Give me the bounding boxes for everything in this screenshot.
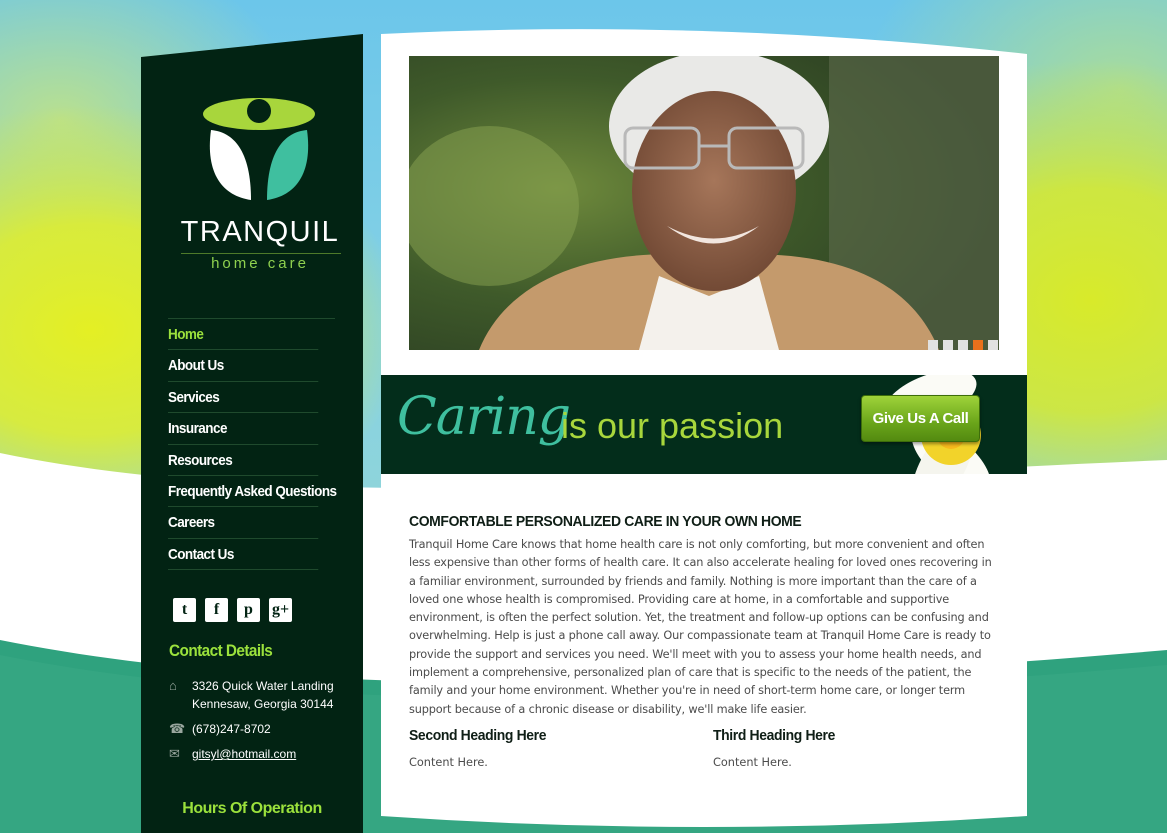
column-second: Second Heading Here Content Here. [409, 727, 689, 769]
mail-icon: ✉ [169, 746, 180, 761]
third-content: Content Here. [713, 756, 792, 769]
main-content: COMFORTABLE PERSONALIZED CARE IN YOUR OW… [409, 513, 999, 719]
slider-dot[interactable] [928, 340, 938, 350]
address-line-1: 3326 Quick Water Landing [192, 679, 334, 693]
contact-heading: Contact Details [169, 641, 273, 660]
contact-address: ⌂ 3326 Quick Water Landing Kennesaw, Geo… [169, 677, 334, 713]
slider-dot[interactable] [988, 340, 998, 350]
phone-icon: ☎ [169, 721, 186, 736]
address-line-2: Kennesaw, Georgia 30144 [192, 697, 334, 711]
third-heading: Third Heading Here [713, 727, 835, 744]
nav-item-resources[interactable]: Resources [168, 445, 319, 476]
main-heading: COMFORTABLE PERSONALIZED CARE IN YOUR OW… [409, 513, 802, 530]
contact-email: ✉ gitsyl@hotmail.com [169, 745, 296, 763]
google-plus-icon[interactable]: g+ [269, 598, 292, 622]
main-body-text: Tranquil Home Care knows that home healt… [409, 538, 992, 716]
slider-dot[interactable] [958, 340, 968, 350]
pinterest-icon[interactable]: p [237, 598, 260, 622]
nav-item-faq[interactable]: Frequently Asked Questions [168, 476, 337, 508]
logo-divider [181, 253, 341, 254]
tranquil-logo-icon[interactable] [203, 92, 315, 204]
banner-script-word: Caring [397, 387, 571, 447]
slider-dot[interactable] [943, 340, 953, 350]
column-third: Third Heading Here Content Here. [713, 727, 993, 769]
slide-photo [409, 56, 999, 350]
home-icon: ⌂ [169, 678, 177, 693]
main-nav: Home About Us Services Insurance Resourc… [168, 318, 337, 571]
nav-item-about-us[interactable]: About Us [168, 350, 319, 382]
facebook-icon[interactable]: f [205, 598, 228, 622]
twitter-icon[interactable]: t [173, 598, 196, 622]
nav-item-insurance[interactable]: Insurance [168, 413, 319, 445]
brand-tagline: home care [211, 255, 309, 272]
image-slider[interactable] [409, 56, 999, 350]
slider-dot-active[interactable] [973, 340, 983, 350]
nav-item-careers[interactable]: Careers [168, 507, 319, 539]
email-link[interactable]: gitsyl@hotmail.com [192, 745, 296, 763]
give-us-a-call-button[interactable]: Give Us A Call [861, 395, 980, 442]
banner-tagline: is our passion [561, 405, 784, 446]
passion-banner: Caring is our passion Give Us A Call [381, 375, 1027, 474]
slider-dots [928, 340, 999, 350]
phone-number: (678)247-8702 [192, 722, 271, 736]
contact-phone: ☎ (678)247-8702 [169, 720, 271, 738]
second-heading: Second Heading Here [409, 727, 547, 744]
nav-item-contact-us[interactable]: Contact Us [168, 539, 319, 571]
second-content: Content Here. [409, 756, 488, 769]
hours-heading: Hours Of Operation [182, 800, 322, 817]
sidebar: TRANQUIL home care Home About Us Service… [141, 34, 363, 833]
social-links: t f p g+ [173, 598, 292, 622]
nav-item-home[interactable]: Home [168, 319, 319, 351]
brand-name: TRANQUIL [180, 216, 340, 248]
main-panel: Caring is our passion Give Us A Call COM… [381, 26, 1027, 833]
nav-item-services[interactable]: Services [168, 382, 319, 414]
